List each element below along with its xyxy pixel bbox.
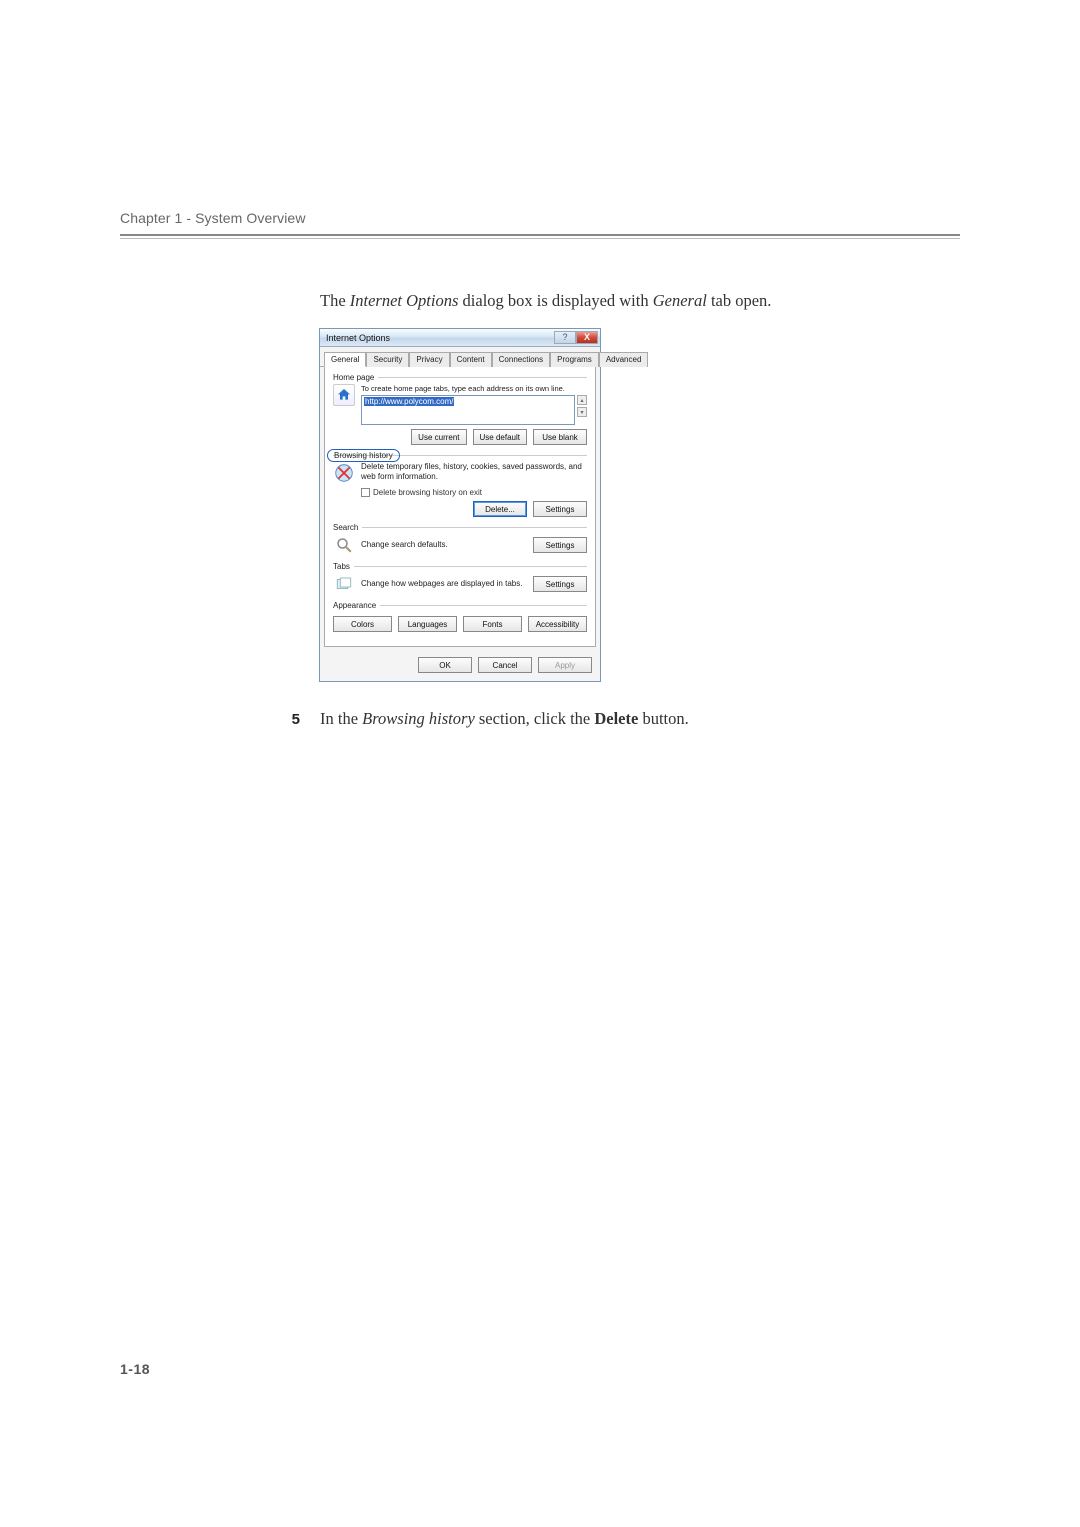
- group-home-page: Home page To create home page tabs, type…: [333, 373, 587, 445]
- intro-post: tab open.: [707, 291, 772, 310]
- step-mid: section, click the: [475, 709, 595, 728]
- search-icon: [333, 534, 355, 556]
- history-icon: [333, 462, 355, 484]
- cancel-button[interactable]: Cancel: [478, 657, 532, 673]
- fonts-button[interactable]: Fonts: [463, 616, 522, 632]
- tab-general[interactable]: General: [324, 352, 366, 367]
- dialog-screenshot: Internet Options ? X General Security Pr…: [320, 329, 960, 681]
- languages-button[interactable]: Languages: [398, 616, 457, 632]
- header-rule-thin: [120, 238, 960, 239]
- step-text: In the Browsing history section, click t…: [320, 709, 689, 729]
- apply-button[interactable]: Apply: [538, 657, 592, 673]
- intro-italic-1: Internet Options: [350, 291, 459, 310]
- delete-on-exit-checkbox[interactable]: [361, 488, 370, 497]
- appearance-label: Appearance: [333, 601, 380, 610]
- intro-mid: dialog box is displayed with: [458, 291, 652, 310]
- ok-button[interactable]: OK: [418, 657, 472, 673]
- group-tabs: Tabs Change how webpages are displayed i…: [333, 562, 587, 595]
- group-browsing-history: Browsing history Browsing history Delete…: [333, 451, 587, 517]
- colors-button[interactable]: Colors: [333, 616, 392, 632]
- tabs-icon: [333, 573, 355, 595]
- home-icon: [333, 384, 355, 406]
- dialog-footer: OK Cancel Apply: [320, 651, 600, 681]
- page-number: 1-18: [120, 1361, 150, 1377]
- tab-connections[interactable]: Connections: [492, 352, 550, 367]
- dialog-title: Internet Options: [326, 333, 390, 343]
- dialog-body: General Security Privacy Content Connect…: [320, 347, 600, 681]
- header-rule-thick: [120, 234, 960, 236]
- group-search: Search Change search defaults. Settings: [333, 523, 587, 556]
- tabs-desc: Change how webpages are displayed in tab…: [361, 579, 527, 589]
- tab-security[interactable]: Security: [366, 352, 409, 367]
- step-bold: Delete: [594, 709, 638, 728]
- use-default-button[interactable]: Use default: [473, 429, 527, 445]
- chapter-header: Chapter 1 - System Overview: [120, 210, 960, 226]
- step-pre: In the: [320, 709, 362, 728]
- home-hint: To create home page tabs, type each addr…: [361, 384, 587, 393]
- use-blank-button[interactable]: Use blank: [533, 429, 587, 445]
- intro-pre: The: [320, 291, 350, 310]
- intro-paragraph: The Internet Options dialog box is displ…: [320, 291, 960, 311]
- delete-on-exit-label: Delete browsing history on exit: [373, 488, 482, 497]
- titlebar-close-button[interactable]: X: [576, 331, 598, 344]
- intro-italic-2: General: [653, 291, 707, 310]
- home-url-input[interactable]: http://www.polycom.com/: [361, 395, 575, 425]
- tabs-row: General Security Privacy Content Connect…: [320, 351, 600, 367]
- step-post: button.: [638, 709, 688, 728]
- accessibility-button[interactable]: Accessibility: [528, 616, 587, 632]
- step-italic: Browsing history: [362, 709, 475, 728]
- tabs-label: Tabs: [333, 562, 354, 571]
- search-desc: Change search defaults.: [361, 540, 527, 550]
- home-url-value: http://www.polycom.com/: [364, 397, 454, 406]
- history-desc: Delete temporary files, history, cookies…: [361, 462, 587, 481]
- titlebar: Internet Options ? X: [320, 329, 600, 347]
- use-current-button[interactable]: Use current: [411, 429, 466, 445]
- home-page-label: Home page: [333, 373, 378, 382]
- history-settings-button[interactable]: Settings: [533, 501, 587, 517]
- titlebar-help-button[interactable]: ?: [554, 331, 576, 344]
- tab-content[interactable]: Content: [450, 352, 492, 367]
- tab-advanced[interactable]: Advanced: [599, 352, 649, 367]
- search-label: Search: [333, 523, 362, 532]
- group-appearance: Appearance Colors Languages Fonts Access…: [333, 601, 587, 632]
- tab-privacy[interactable]: Privacy: [409, 352, 449, 367]
- step-number: 5: [280, 711, 300, 728]
- tab-panel-general: Home page To create home page tabs, type…: [324, 367, 596, 647]
- delete-button[interactable]: Delete...: [473, 501, 527, 517]
- search-settings-button[interactable]: Settings: [533, 537, 587, 553]
- internet-options-dialog: Internet Options ? X General Security Pr…: [320, 329, 600, 681]
- tabs-settings-button[interactable]: Settings: [533, 576, 587, 592]
- home-url-spin[interactable]: ▴▾: [577, 395, 587, 425]
- step-5: 5 In the Browsing history section, click…: [280, 709, 960, 729]
- tab-programs[interactable]: Programs: [550, 352, 599, 367]
